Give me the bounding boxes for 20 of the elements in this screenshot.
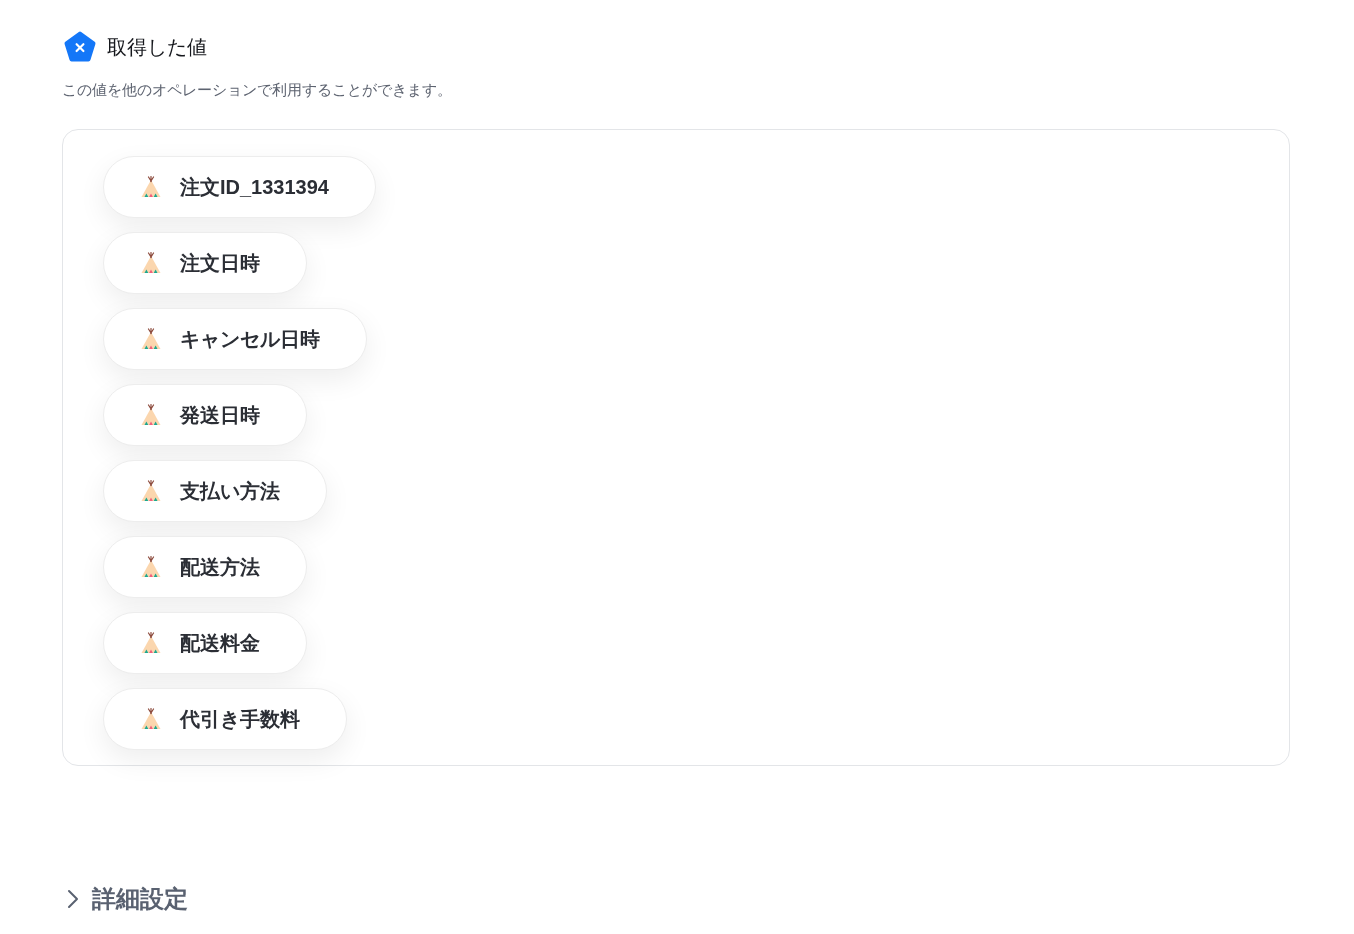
tent-icon xyxy=(140,632,162,654)
value-chip[interactable]: キャンセル日時 xyxy=(103,308,367,370)
tent-icon xyxy=(140,556,162,578)
tent-icon xyxy=(140,708,162,730)
value-chip[interactable]: 注文日時 xyxy=(103,232,307,294)
tent-icon xyxy=(140,176,162,198)
pentagon-x-icon xyxy=(64,31,96,63)
tent-icon xyxy=(140,404,162,426)
value-chip[interactable]: 注文ID_1331394 xyxy=(103,156,376,218)
tent-icon xyxy=(140,328,162,350)
advanced-settings-toggle[interactable]: 詳細設定 xyxy=(62,883,188,915)
value-chip[interactable]: 配送料金 xyxy=(103,612,307,674)
tent-icon xyxy=(140,252,162,274)
value-chip[interactable]: 支払い方法 xyxy=(103,460,327,522)
value-chip[interactable]: 代引き手数料 xyxy=(103,688,347,750)
tent-icon xyxy=(140,480,162,502)
value-chip[interactable]: 配送方法 xyxy=(103,536,307,598)
section-description: この値を他のオペレーションで利用することができます。 xyxy=(62,80,453,100)
section-title: 取得した値 xyxy=(107,35,207,60)
value-chip[interactable]: 発送日時 xyxy=(103,384,307,446)
